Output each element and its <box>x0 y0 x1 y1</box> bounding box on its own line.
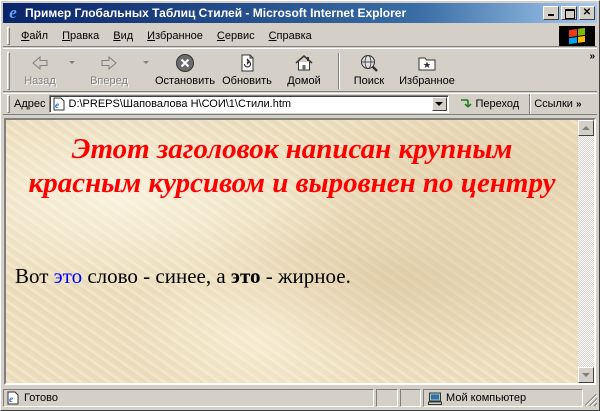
scroll-down-button[interactable] <box>578 367 594 383</box>
minimize-button[interactable] <box>543 6 559 20</box>
chevron-down-icon <box>582 373 590 377</box>
back-arrow-icon <box>32 55 48 71</box>
back-button[interactable]: Назад <box>14 49 66 91</box>
close-icon: ✕ <box>582 7 592 18</box>
status-bar: e Готово Мой компьютер <box>3 388 597 408</box>
page-content: Этот заголовок написан крупным красным к… <box>6 120 578 383</box>
chevron-down-icon <box>143 61 149 64</box>
menu-favorites[interactable]: Избранное <box>140 30 210 42</box>
page-done-icon: e <box>7 391 19 405</box>
menu-bar: Файл Правка Вид Избранное Сервис Справка <box>3 25 597 47</box>
toolbar-grip[interactable] <box>7 52 10 90</box>
home-icon <box>295 55 313 71</box>
address-label: Адрес <box>14 98 46 110</box>
status-zone-pane: Мой компьютер <box>423 389 584 407</box>
links-chevron: » <box>575 98 581 110</box>
close-button[interactable]: ✕ <box>579 6 595 20</box>
page-viewport: Этот заголовок написан крупным красным к… <box>4 118 596 385</box>
stop-button[interactable]: Остановить <box>152 49 218 91</box>
title-bar[interactable]: e Пример Глобальных Таблиц Стилей - Micr… <box>3 3 597 23</box>
scroll-up-button[interactable] <box>578 120 594 136</box>
svg-text:e: e <box>55 100 59 110</box>
zone-text: Мой компьютер <box>446 392 527 404</box>
status-secure-pane <box>399 389 422 407</box>
address-input[interactable]: D:\PREPS\Шаповалова Н\СОИ\1\Стили.htm <box>69 98 432 110</box>
address-dropdown-button[interactable] <box>431 97 447 111</box>
status-main-pane: e Готово <box>3 389 375 407</box>
refresh-icon <box>241 54 254 72</box>
toolbar-separator <box>338 53 340 89</box>
standard-toolbar: Назад Вперед Остановить Обновить Домой П… <box>3 48 597 92</box>
page-icon: e <box>53 97 64 111</box>
favorites-folder-icon <box>418 57 436 71</box>
links-button[interactable]: Ссылки » <box>529 94 581 114</box>
go-button[interactable]: Переход <box>455 94 524 114</box>
forward-arrow-icon <box>101 55 117 71</box>
forward-dropdown[interactable] <box>140 49 152 91</box>
search-button[interactable]: Поиск <box>346 49 392 91</box>
address-grip[interactable] <box>7 95 10 113</box>
menu-help[interactable]: Справка <box>262 30 319 42</box>
ie-logo-icon: e <box>9 3 17 22</box>
window-title: Пример Глобальных Таблиц Стилей - Micros… <box>25 6 407 20</box>
page-paragraph: Вот это слово - синее, а это - жирное. <box>15 264 351 288</box>
back-dropdown[interactable] <box>66 49 78 91</box>
chevron-down-icon <box>435 102 443 106</box>
favorites-button[interactable]: Избранное <box>392 49 462 91</box>
status-text: Готово <box>24 392 58 404</box>
go-arrow-icon <box>460 99 472 108</box>
forward-button[interactable]: Вперед <box>78 49 140 91</box>
home-button[interactable]: Домой <box>276 49 332 91</box>
resize-grip[interactable] <box>585 394 597 406</box>
svg-text:e: e <box>9 394 13 404</box>
menu-tools[interactable]: Сервис <box>210 30 262 42</box>
blue-word: это <box>53 264 83 288</box>
search-globe-icon <box>361 55 378 72</box>
menu-edit[interactable]: Правка <box>55 30 106 42</box>
menu-grip[interactable] <box>7 26 10 45</box>
address-bar: Адрес e D:\PREPS\Шаповалова Н\СОИ\1\Стил… <box>3 93 597 115</box>
windows-logo-icon <box>559 26 595 46</box>
chevron-up-icon <box>582 126 590 130</box>
refresh-button[interactable]: Обновить <box>218 49 276 91</box>
browser-window: e Пример Глобальных Таблиц Стилей - Micr… <box>0 0 600 411</box>
stop-icon <box>176 54 194 72</box>
menu-view[interactable]: Вид <box>106 30 140 42</box>
address-field[interactable]: e D:\PREPS\Шаповалова Н\СОИ\1\Стили.htm <box>48 95 449 113</box>
chevron-down-icon <box>69 61 75 64</box>
maximize-button[interactable] <box>561 6 577 20</box>
menu-file[interactable]: Файл <box>14 30 55 42</box>
page-heading: Этот заголовок написан крупным красным к… <box>28 133 556 199</box>
bold-word: это <box>230 264 261 288</box>
my-computer-icon <box>428 392 443 405</box>
status-progress-pane <box>376 389 398 407</box>
toolbar-more-chevron[interactable]: » <box>589 51 594 62</box>
vertical-scrollbar[interactable] <box>578 120 594 383</box>
